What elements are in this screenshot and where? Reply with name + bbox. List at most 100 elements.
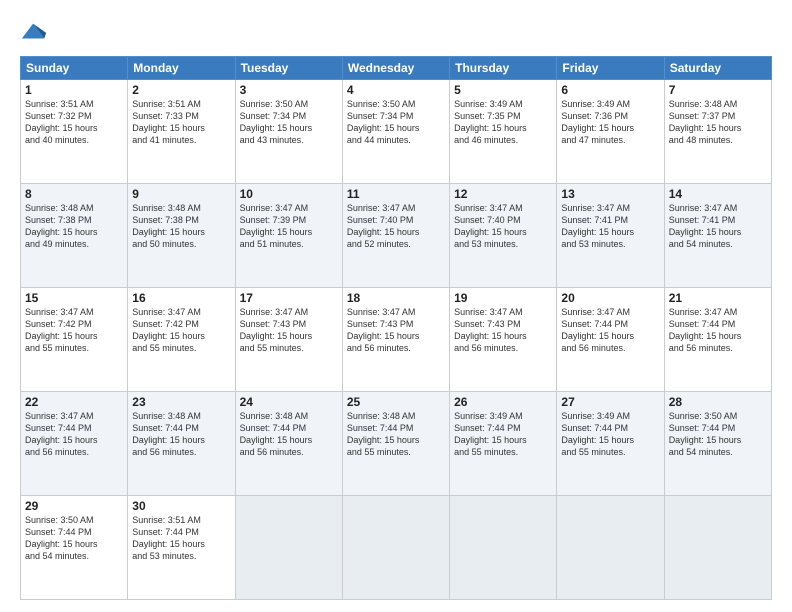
calendar-cell: 21Sunrise: 3:47 AM Sunset: 7:44 PM Dayli… [664,288,771,392]
calendar-cell: 4Sunrise: 3:50 AM Sunset: 7:34 PM Daylig… [342,80,449,184]
day-number: 19 [454,291,552,305]
calendar-cell: 8Sunrise: 3:48 AM Sunset: 7:38 PM Daylig… [21,184,128,288]
calendar-cell: 11Sunrise: 3:47 AM Sunset: 7:40 PM Dayli… [342,184,449,288]
page: SundayMondayTuesdayWednesdayThursdayFrid… [0,0,792,612]
weekday-header: Wednesday [342,57,449,80]
day-number: 12 [454,187,552,201]
calendar-week-row: 22Sunrise: 3:47 AM Sunset: 7:44 PM Dayli… [21,392,772,496]
day-number: 25 [347,395,445,409]
day-number: 3 [240,83,338,97]
day-number: 24 [240,395,338,409]
day-info: Sunrise: 3:47 AM Sunset: 7:39 PM Dayligh… [240,202,338,251]
calendar-cell: 1Sunrise: 3:51 AM Sunset: 7:32 PM Daylig… [21,80,128,184]
calendar-header-row: SundayMondayTuesdayWednesdayThursdayFrid… [21,57,772,80]
calendar-cell: 30Sunrise: 3:51 AM Sunset: 7:44 PM Dayli… [128,496,235,600]
day-info: Sunrise: 3:49 AM Sunset: 7:44 PM Dayligh… [561,410,659,459]
calendar-cell: 19Sunrise: 3:47 AM Sunset: 7:43 PM Dayli… [450,288,557,392]
day-info: Sunrise: 3:49 AM Sunset: 7:44 PM Dayligh… [454,410,552,459]
day-info: Sunrise: 3:50 AM Sunset: 7:44 PM Dayligh… [669,410,767,459]
day-info: Sunrise: 3:50 AM Sunset: 7:34 PM Dayligh… [240,98,338,147]
calendar-cell: 7Sunrise: 3:48 AM Sunset: 7:37 PM Daylig… [664,80,771,184]
day-number: 4 [347,83,445,97]
calendar-cell [450,496,557,600]
calendar-week-row: 1Sunrise: 3:51 AM Sunset: 7:32 PM Daylig… [21,80,772,184]
day-number: 20 [561,291,659,305]
day-info: Sunrise: 3:48 AM Sunset: 7:44 PM Dayligh… [132,410,230,459]
day-info: Sunrise: 3:48 AM Sunset: 7:38 PM Dayligh… [132,202,230,251]
calendar-table: SundayMondayTuesdayWednesdayThursdayFrid… [20,56,772,600]
day-info: Sunrise: 3:47 AM Sunset: 7:44 PM Dayligh… [25,410,123,459]
calendar-cell: 12Sunrise: 3:47 AM Sunset: 7:40 PM Dayli… [450,184,557,288]
calendar-cell: 24Sunrise: 3:48 AM Sunset: 7:44 PM Dayli… [235,392,342,496]
weekday-header: Thursday [450,57,557,80]
logo-icon [20,18,48,46]
calendar-cell: 15Sunrise: 3:47 AM Sunset: 7:42 PM Dayli… [21,288,128,392]
day-info: Sunrise: 3:48 AM Sunset: 7:38 PM Dayligh… [25,202,123,251]
day-info: Sunrise: 3:50 AM Sunset: 7:44 PM Dayligh… [25,514,123,563]
calendar-cell [235,496,342,600]
day-number: 18 [347,291,445,305]
day-info: Sunrise: 3:51 AM Sunset: 7:32 PM Dayligh… [25,98,123,147]
calendar-cell: 27Sunrise: 3:49 AM Sunset: 7:44 PM Dayli… [557,392,664,496]
day-number: 6 [561,83,659,97]
calendar-cell [557,496,664,600]
day-info: Sunrise: 3:47 AM Sunset: 7:40 PM Dayligh… [454,202,552,251]
day-info: Sunrise: 3:47 AM Sunset: 7:42 PM Dayligh… [132,306,230,355]
day-number: 1 [25,83,123,97]
day-number: 17 [240,291,338,305]
calendar-cell: 2Sunrise: 3:51 AM Sunset: 7:33 PM Daylig… [128,80,235,184]
day-info: Sunrise: 3:48 AM Sunset: 7:44 PM Dayligh… [347,410,445,459]
weekday-header: Saturday [664,57,771,80]
calendar-week-row: 8Sunrise: 3:48 AM Sunset: 7:38 PM Daylig… [21,184,772,288]
calendar-cell: 16Sunrise: 3:47 AM Sunset: 7:42 PM Dayli… [128,288,235,392]
day-number: 8 [25,187,123,201]
day-number: 7 [669,83,767,97]
day-info: Sunrise: 3:49 AM Sunset: 7:36 PM Dayligh… [561,98,659,147]
day-number: 13 [561,187,659,201]
calendar-cell: 26Sunrise: 3:49 AM Sunset: 7:44 PM Dayli… [450,392,557,496]
calendar-cell [342,496,449,600]
day-number: 10 [240,187,338,201]
calendar-cell: 25Sunrise: 3:48 AM Sunset: 7:44 PM Dayli… [342,392,449,496]
day-number: 23 [132,395,230,409]
calendar-cell: 18Sunrise: 3:47 AM Sunset: 7:43 PM Dayli… [342,288,449,392]
day-info: Sunrise: 3:47 AM Sunset: 7:43 PM Dayligh… [240,306,338,355]
weekday-header: Monday [128,57,235,80]
day-info: Sunrise: 3:47 AM Sunset: 7:42 PM Dayligh… [25,306,123,355]
calendar-cell: 23Sunrise: 3:48 AM Sunset: 7:44 PM Dayli… [128,392,235,496]
day-number: 16 [132,291,230,305]
day-info: Sunrise: 3:47 AM Sunset: 7:44 PM Dayligh… [561,306,659,355]
day-number: 11 [347,187,445,201]
calendar-cell: 17Sunrise: 3:47 AM Sunset: 7:43 PM Dayli… [235,288,342,392]
weekday-header: Friday [557,57,664,80]
calendar-cell: 6Sunrise: 3:49 AM Sunset: 7:36 PM Daylig… [557,80,664,184]
calendar-cell: 5Sunrise: 3:49 AM Sunset: 7:35 PM Daylig… [450,80,557,184]
day-number: 26 [454,395,552,409]
day-info: Sunrise: 3:48 AM Sunset: 7:37 PM Dayligh… [669,98,767,147]
calendar-cell: 3Sunrise: 3:50 AM Sunset: 7:34 PM Daylig… [235,80,342,184]
header [20,18,772,46]
day-number: 5 [454,83,552,97]
calendar-cell: 13Sunrise: 3:47 AM Sunset: 7:41 PM Dayli… [557,184,664,288]
day-info: Sunrise: 3:47 AM Sunset: 7:41 PM Dayligh… [669,202,767,251]
calendar-cell: 29Sunrise: 3:50 AM Sunset: 7:44 PM Dayli… [21,496,128,600]
weekday-header: Sunday [21,57,128,80]
calendar-cell: 10Sunrise: 3:47 AM Sunset: 7:39 PM Dayli… [235,184,342,288]
day-info: Sunrise: 3:47 AM Sunset: 7:43 PM Dayligh… [347,306,445,355]
day-number: 22 [25,395,123,409]
day-info: Sunrise: 3:49 AM Sunset: 7:35 PM Dayligh… [454,98,552,147]
calendar-week-row: 29Sunrise: 3:50 AM Sunset: 7:44 PM Dayli… [21,496,772,600]
logo [20,18,52,46]
day-number: 27 [561,395,659,409]
day-number: 2 [132,83,230,97]
calendar-cell: 20Sunrise: 3:47 AM Sunset: 7:44 PM Dayli… [557,288,664,392]
day-info: Sunrise: 3:47 AM Sunset: 7:40 PM Dayligh… [347,202,445,251]
day-number: 9 [132,187,230,201]
calendar-cell: 14Sunrise: 3:47 AM Sunset: 7:41 PM Dayli… [664,184,771,288]
day-info: Sunrise: 3:51 AM Sunset: 7:44 PM Dayligh… [132,514,230,563]
day-info: Sunrise: 3:50 AM Sunset: 7:34 PM Dayligh… [347,98,445,147]
day-info: Sunrise: 3:48 AM Sunset: 7:44 PM Dayligh… [240,410,338,459]
day-number: 28 [669,395,767,409]
day-info: Sunrise: 3:47 AM Sunset: 7:43 PM Dayligh… [454,306,552,355]
calendar-cell: 28Sunrise: 3:50 AM Sunset: 7:44 PM Dayli… [664,392,771,496]
